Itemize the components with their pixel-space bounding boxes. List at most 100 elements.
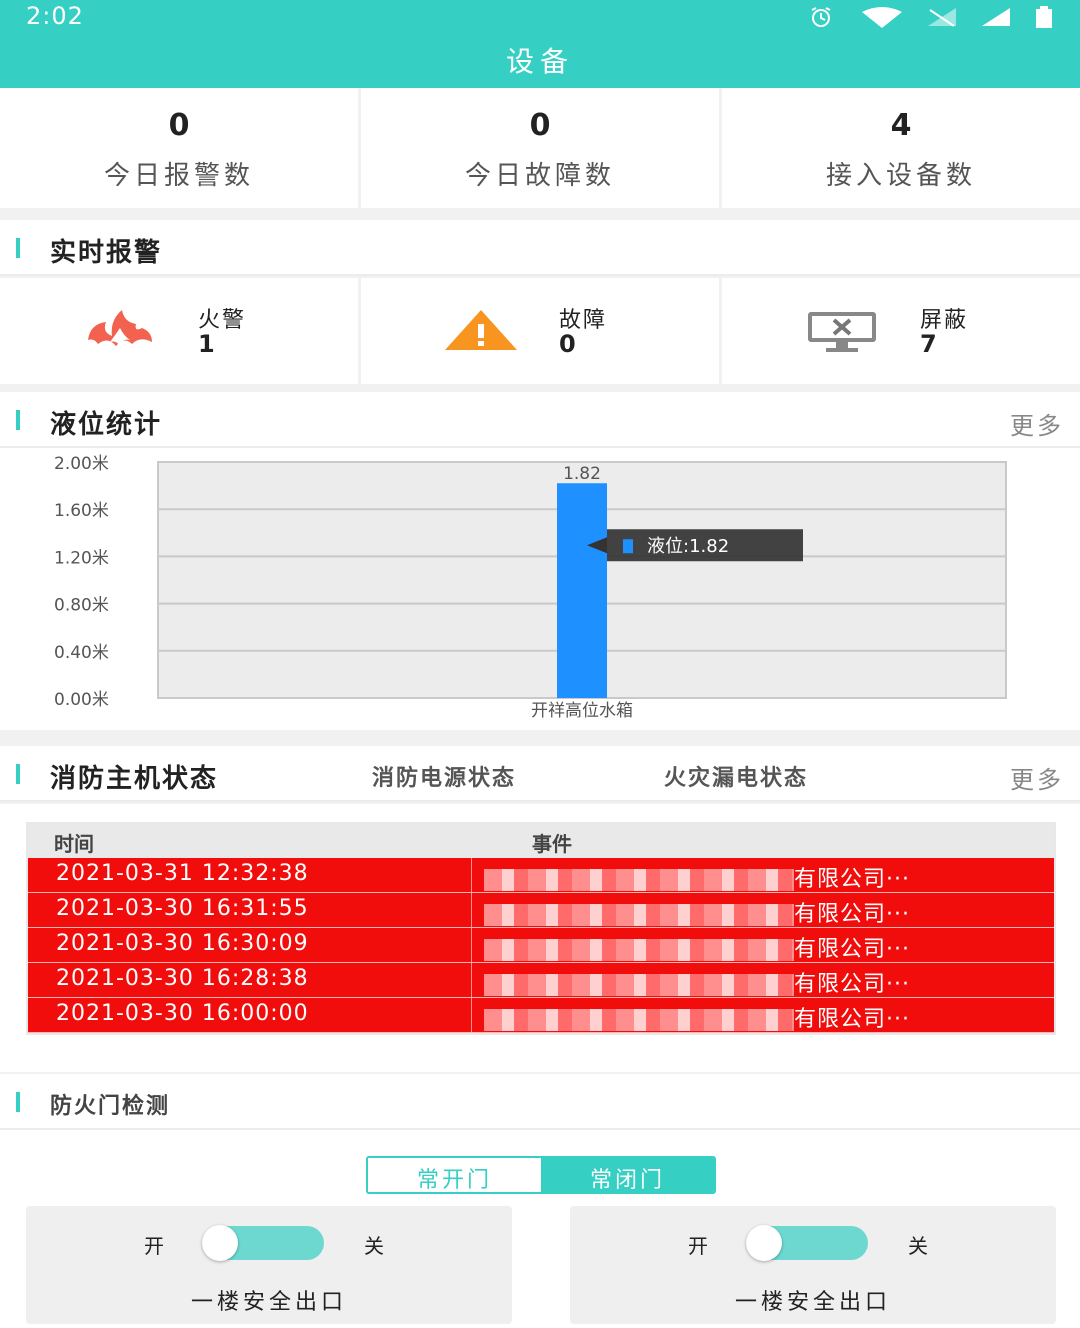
toggle-on-label: 开 <box>144 1234 164 1258</box>
tab-host-status[interactable]: 消防主机状态 <box>50 758 218 795</box>
bar <box>557 483 607 698</box>
realtime-shield[interactable]: 屏蔽 7 <box>722 278 1080 384</box>
fire-icon <box>80 306 160 356</box>
toggle-off-label: 关 <box>908 1234 928 1258</box>
toggle-knob <box>202 1225 238 1261</box>
x-tick-label: 开祥高位水箱 <box>531 701 633 721</box>
y-tick-label: 1.20米 <box>54 548 109 568</box>
event-table-panel: 时间 事件 2021-03-31 12:32:38 有限公司··· 2021-0… <box>0 804 1080 1072</box>
redacted-text <box>484 939 794 961</box>
y-tick-label: 0.80米 <box>54 596 109 616</box>
door-toggle[interactable] <box>746 1225 868 1261</box>
section-marker <box>16 764 20 784</box>
door-name: 一楼安全出口 <box>190 1290 347 1315</box>
summary-value: 0 <box>529 108 551 143</box>
realtime-fault[interactable]: 故障 0 <box>361 278 722 384</box>
toggle-off-label: 关 <box>364 1234 384 1258</box>
redacted-text <box>484 1009 794 1031</box>
door-section-header: 防火门检测 <box>0 1074 1080 1130</box>
signal-off-icon <box>926 6 958 32</box>
status-time: 2:02 <box>26 2 84 30</box>
row-event: 有限公司··· <box>472 963 910 997</box>
row-event-text: 有限公司··· <box>794 937 910 962</box>
level-bar-chart: 0.00米 0.40米 0.80米 1.20米 1.60米 2.00米 1.82 开祥高位水箱… <box>54 454 1007 721</box>
row-time: 2021-03-30 16:00:00 <box>28 998 472 1032</box>
column-time: 时间 <box>54 832 94 856</box>
row-event: 有限公司··· <box>472 928 910 962</box>
table-row[interactable]: 2021-03-31 12:32:38 有限公司··· <box>28 858 1054 893</box>
summary-value: 0 <box>168 108 190 143</box>
row-event-text: 有限公司··· <box>794 902 910 927</box>
row-event: 有限公司··· <box>472 893 910 927</box>
row-event-text: 有限公司··· <box>794 1007 910 1032</box>
summary-alarm-count[interactable]: 0 今日报警数 <box>0 88 361 208</box>
table-row[interactable]: 2021-03-30 16:31:55 有限公司··· <box>28 893 1054 928</box>
section-marker <box>16 238 20 258</box>
summary-label: 今日报警数 <box>103 161 254 191</box>
column-event: 事件 <box>532 832 572 856</box>
toggle-knob <box>746 1225 782 1261</box>
tooltip-text: 液位:1.82 <box>647 536 729 557</box>
door-card: 开 关 一楼安全出口 <box>570 1206 1056 1324</box>
row-event: 有限公司··· <box>472 858 910 892</box>
door-name: 一楼安全出口 <box>734 1290 891 1315</box>
page-title: 设备 <box>505 45 574 78</box>
row-event: 有限公司··· <box>472 998 910 1032</box>
app-header: 2:02 设备 <box>0 0 1080 88</box>
wifi-icon <box>860 6 904 32</box>
event-table: 时间 事件 2021-03-31 12:32:38 有限公司··· 2021-0… <box>26 822 1056 1035</box>
monitor-off-icon <box>802 306 882 356</box>
summary-fault-count[interactable]: 0 今日故障数 <box>361 88 722 208</box>
tab-leakage-status[interactable]: 火灾漏电状态 <box>664 760 808 792</box>
section-marker <box>16 410 20 430</box>
warning-icon <box>441 306 521 356</box>
tab-normally-closed[interactable]: 常闭门 <box>541 1158 714 1192</box>
signal-icon <box>980 6 1012 32</box>
host-section-header: 消防主机状态 消防电源状态 火灾漏电状态 更多 <box>0 746 1080 802</box>
realtime-value: 7 <box>920 330 937 358</box>
level-chart: 0.00米 0.40米 0.80米 1.20米 1.60米 2.00米 1.82 开祥高位水箱… <box>0 448 1080 730</box>
door-toggle[interactable] <box>202 1225 324 1261</box>
status-icons <box>804 6 1054 32</box>
door-card: 开 关 一楼安全出口 <box>26 1206 512 1324</box>
row-time: 2021-03-30 16:30:09 <box>28 928 472 962</box>
y-tick-label: 1.60米 <box>54 501 109 521</box>
summary-label: 接入设备数 <box>825 161 976 191</box>
redacted-text <box>484 869 794 891</box>
data-label: 1.82 <box>563 464 601 484</box>
redacted-text <box>484 974 794 996</box>
door-type-segmented-control: 常开门 常闭门 <box>366 1156 716 1194</box>
level-section-header: 液位统计 更多 <box>0 392 1080 448</box>
tab-normally-open[interactable]: 常开门 <box>368 1158 541 1192</box>
summary-label: 今日故障数 <box>464 161 615 191</box>
summary-panel: 0 今日报警数 0 今日故障数 4 接入设备数 <box>0 88 1080 208</box>
y-tick-label: 2.00米 <box>54 454 109 474</box>
table-row[interactable]: 2021-03-30 16:28:38 有限公司··· <box>28 963 1054 998</box>
realtime-fire[interactable]: 火警 1 <box>0 278 361 384</box>
tab-power-status[interactable]: 消防电源状态 <box>372 760 516 792</box>
realtime-panel: 火警 1 故障 0 屏蔽 7 <box>0 278 1080 384</box>
host-more-link[interactable]: 更多 <box>1010 760 1064 795</box>
section-marker <box>16 1092 20 1112</box>
realtime-section-header: 实时报警 <box>0 220 1080 276</box>
alarm-clock-icon <box>804 6 838 32</box>
tooltip-swatch <box>623 539 633 554</box>
battery-icon <box>1034 6 1054 32</box>
y-tick-label: 0.40米 <box>54 643 109 663</box>
realtime-value: 0 <box>559 330 576 358</box>
section-title: 实时报警 <box>50 238 163 268</box>
row-event-text: 有限公司··· <box>794 867 910 892</box>
section-title: 液位统计 <box>50 410 163 440</box>
row-time: 2021-03-30 16:28:38 <box>28 963 472 997</box>
realtime-value: 1 <box>198 330 215 358</box>
row-time: 2021-03-31 12:32:38 <box>28 858 472 892</box>
redacted-text <box>484 904 794 926</box>
summary-device-count[interactable]: 4 接入设备数 <box>722 88 1080 208</box>
table-row[interactable]: 2021-03-30 16:00:00 有限公司··· <box>28 998 1054 1033</box>
table-row[interactable]: 2021-03-30 16:30:09 有限公司··· <box>28 928 1054 963</box>
row-event-text: 有限公司··· <box>794 972 910 997</box>
level-more-link[interactable]: 更多 <box>1010 406 1064 441</box>
row-time: 2021-03-30 16:31:55 <box>28 893 472 927</box>
table-header: 时间 事件 <box>28 824 1054 858</box>
toggle-on-label: 开 <box>688 1234 708 1258</box>
